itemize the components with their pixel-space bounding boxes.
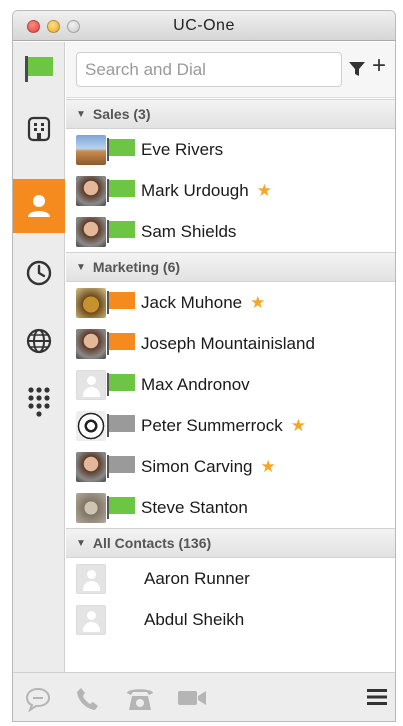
funnel-icon	[349, 62, 365, 76]
collapse-triangle-icon: ▼	[76, 537, 86, 549]
add-contact-button[interactable]: +	[372, 54, 386, 78]
group-name: Sales (3)	[92, 106, 151, 122]
presence-flag-button[interactable]	[13, 42, 65, 96]
presence-flag-icon	[107, 414, 135, 437]
favorite-star-icon: ★	[290, 415, 306, 435]
group-name: Marketing (6)	[92, 259, 181, 275]
favorite-star-icon: ★	[256, 180, 272, 200]
presence-flag-icon	[107, 373, 135, 396]
contact-row[interactable]: Jack Muhone ★	[66, 282, 395, 323]
contact-row[interactable]: Peter Summerrock ★	[66, 405, 395, 446]
contact-name: Peter Summerrock	[141, 415, 283, 435]
avatar-photo	[76, 134, 106, 165]
app-window: UC-One Search and Dial + ▼ Sales (3) Eve…	[12, 10, 396, 722]
menu-button[interactable]	[367, 688, 387, 711]
presence-flag-icon	[107, 220, 135, 243]
presence-flag-icon	[107, 496, 135, 519]
presence-flag-icon	[107, 138, 135, 161]
contact-name: Joseph Mountainisland	[141, 333, 315, 353]
avatar-photo	[76, 175, 106, 206]
contact-name: Eve Rivers	[141, 139, 224, 159]
avatar-photo	[76, 216, 106, 247]
hamburger-menu-icon	[367, 689, 387, 705]
contact-row[interactable]: Simon Carving ★	[66, 446, 395, 487]
avatar-placeholder	[76, 604, 106, 635]
avatar-photo	[76, 287, 106, 318]
contact-name: Jack Muhone	[141, 292, 243, 312]
search-toolbar: +	[66, 42, 395, 98]
call-button[interactable]	[75, 686, 101, 717]
favorite-star-icon: ★	[250, 292, 266, 312]
window-title: UC-One	[173, 17, 235, 34]
bottom-toolbar	[13, 672, 395, 721]
presence-flag-icon	[107, 291, 135, 314]
avatar-photo	[76, 328, 106, 359]
sidebar-item-web[interactable]	[13, 314, 65, 368]
presence-flag-icon	[107, 455, 135, 478]
contact-row[interactable]: Steve Stanton	[66, 487, 395, 528]
sidebar-item-history[interactable]	[13, 246, 65, 300]
building-icon	[27, 116, 51, 142]
contact-name: Max Andronov	[141, 374, 250, 394]
collapse-triangle-icon: ▼	[76, 261, 86, 273]
contact-name: Mark Urdough	[141, 180, 249, 200]
title-bar: UC-One	[13, 11, 395, 41]
video-camera-icon	[178, 691, 206, 705]
contact-name: Aaron Runner	[144, 568, 250, 588]
person-icon	[28, 195, 50, 217]
sidebar-item-directory[interactable]	[13, 102, 65, 156]
collapse-triangle-icon: ▼	[76, 108, 86, 120]
phone-handset-icon	[77, 688, 98, 710]
sidebar-item-dialpad[interactable]	[13, 375, 65, 429]
filter-button[interactable]	[348, 60, 366, 83]
chat-button[interactable]	[25, 686, 51, 717]
contact-name: Steve Stanton	[141, 497, 248, 517]
search-input[interactable]	[76, 52, 342, 87]
clock-icon	[26, 260, 52, 286]
avatar-photo	[76, 410, 106, 441]
contact-row[interactable]: Mark Urdough ★	[66, 170, 395, 211]
globe-icon	[26, 328, 52, 354]
contact-row[interactable]: Sam Shields	[66, 211, 395, 252]
contact-name: Sam Shields	[141, 221, 237, 241]
contact-row[interactable]: Max Andronov	[66, 364, 395, 405]
presence-flag-icon	[107, 179, 135, 202]
desk-phone-icon	[127, 689, 153, 710]
desk-phone-button[interactable]	[125, 686, 155, 717]
avatar-placeholder	[76, 369, 106, 400]
group-header[interactable]: ▼ Sales (3)	[66, 99, 395, 129]
sidebar-item-contacts[interactable]	[13, 179, 65, 233]
video-call-button[interactable]	[177, 686, 207, 715]
contact-row[interactable]: Abdul Sheikh	[66, 599, 395, 640]
contact-row[interactable]: Eve Rivers	[66, 129, 395, 170]
group-header[interactable]: ▼ Marketing (6)	[66, 252, 395, 282]
contact-list: ▼ Sales (3) Eve Rivers Mark Urdough ★ Sam Shi…	[66, 99, 395, 674]
favorite-star-icon: ★	[260, 456, 276, 476]
avatar-placeholder	[76, 563, 106, 594]
avatar-photo	[76, 451, 106, 482]
group-name: All Contacts (136)	[92, 535, 212, 551]
contact-row[interactable]: Joseph Mountainisland	[66, 323, 395, 364]
chat-bubble-icon	[25, 687, 51, 713]
green-flag-icon	[25, 56, 53, 82]
contact-row[interactable]: Aaron Runner	[66, 558, 395, 599]
sidebar	[13, 42, 65, 674]
group-header[interactable]: ▼ All Contacts (136)	[66, 528, 395, 558]
contact-name: Abdul Sheikh	[144, 609, 245, 629]
presence-flag-icon	[107, 332, 135, 355]
contact-name: Simon Carving	[141, 456, 253, 476]
dialpad-icon	[28, 387, 50, 417]
avatar-photo	[76, 492, 106, 523]
